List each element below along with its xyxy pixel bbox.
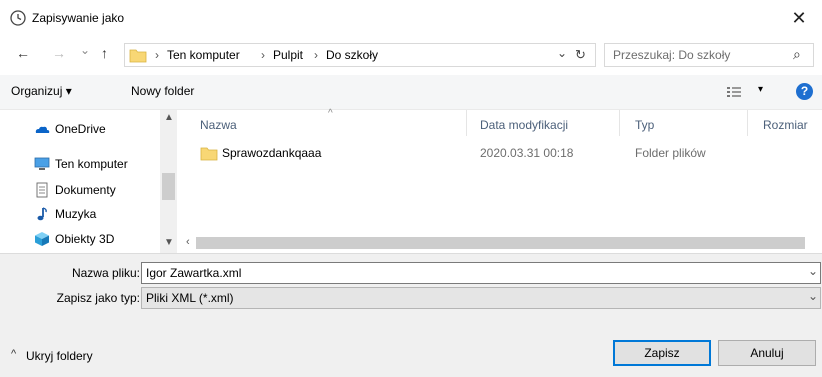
filetype-select[interactable]: Pliki XML (*.xml) bbox=[141, 287, 821, 309]
breadcrumb-item-do-szkoly[interactable]: Do szkoły bbox=[326, 48, 378, 62]
clock-icon bbox=[10, 10, 26, 26]
hide-folders-button[interactable]: Ukryj foldery bbox=[26, 349, 93, 363]
column-divider bbox=[747, 110, 748, 136]
scroll-down-icon[interactable]: ▼ bbox=[164, 237, 174, 248]
file-date: 2020.03.31 00:18 bbox=[480, 146, 574, 160]
onedrive-icon bbox=[35, 126, 50, 133]
file-list-scrollbar[interactable]: ‹ bbox=[178, 234, 822, 252]
forward-button[interactable]: → bbox=[52, 45, 66, 61]
window-title: Zapisywanie jako bbox=[32, 11, 125, 25]
column-divider bbox=[466, 110, 467, 136]
new-folder-button[interactable]: Nowy folder bbox=[131, 84, 194, 98]
title-bar: Zapisywanie jako ✕ bbox=[0, 0, 822, 38]
column-header-nazwa[interactable]: Nazwa bbox=[200, 118, 237, 132]
sort-ascending-icon: ^ bbox=[328, 108, 333, 119]
cancel-button[interactable]: Anuluj bbox=[718, 340, 816, 366]
sidebar-item-onedrive[interactable]: OneDrive bbox=[0, 118, 160, 140]
column-header-rozmiar[interactable]: Rozmiar bbox=[763, 118, 808, 132]
help-button[interactable]: ? bbox=[796, 83, 813, 100]
navigation-pane: OneDrive Ten komputer Dokumenty Muzyka O… bbox=[0, 110, 178, 253]
sidebar-item-muzyka[interactable]: Muzyka bbox=[0, 203, 160, 225]
folder-icon bbox=[200, 147, 218, 161]
sidebar-item-label: Dokumenty bbox=[55, 183, 116, 197]
back-button[interactable]: ← bbox=[16, 45, 30, 61]
scrollbar-thumb[interactable] bbox=[162, 173, 175, 200]
search-icon[interactable]: ⌕ bbox=[793, 46, 801, 63]
save-options-panel: Nazwa pliku: Igor Zawartka.xml ⌄ Zapisz … bbox=[0, 253, 822, 377]
sidebar-item-dokumenty[interactable]: Dokumenty bbox=[0, 179, 160, 201]
scroll-left-icon[interactable]: ‹ bbox=[186, 236, 190, 248]
view-dropdown-button[interactable]: ▾ bbox=[758, 84, 763, 95]
save-button[interactable]: Zapisz bbox=[613, 340, 711, 366]
documents-icon bbox=[36, 182, 48, 198]
column-divider bbox=[619, 110, 620, 136]
breadcrumb-separator: › bbox=[261, 48, 265, 62]
address-dropdown-button[interactable]: ⌄ bbox=[557, 46, 567, 60]
breadcrumb-separator: › bbox=[155, 48, 159, 62]
filename-dropdown-icon[interactable]: ⌄ bbox=[808, 264, 818, 278]
filetype-label: Zapisz jako typ: bbox=[56, 291, 140, 305]
sidebar-item-label: Ten komputer bbox=[55, 157, 128, 171]
breadcrumb-item-pulpit[interactable]: Pulpit bbox=[273, 48, 303, 62]
chevron-up-icon[interactable]: ^ bbox=[11, 348, 16, 360]
music-icon bbox=[37, 207, 47, 221]
table-row[interactable]: Sprawozdankqaaa 2020.03.31 00:18 Folder … bbox=[196, 142, 816, 164]
address-bar[interactable]: › Ten komputer › Pulpit › Do szkoły ⌄ ↻ bbox=[124, 43, 596, 67]
sidebar-item-label: Muzyka bbox=[55, 207, 97, 221]
filename-label: Nazwa pliku: bbox=[71, 266, 140, 280]
close-button[interactable]: ✕ bbox=[776, 0, 822, 38]
sidebar-item-ten-komputer[interactable]: Ten komputer bbox=[0, 153, 160, 175]
command-bar: Organizuj ▾ Nowy folder ▾ ? bbox=[0, 75, 822, 110]
computer-icon bbox=[34, 157, 50, 170]
filetype-dropdown-icon[interactable]: ⌄ bbox=[808, 289, 818, 303]
sidebar-item-obiekty-3d[interactable]: Obiekty 3D bbox=[0, 228, 160, 250]
sidebar-item-label: OneDrive bbox=[55, 122, 106, 136]
search-box[interactable]: Przeszukaj: Do szkoły ⌕ bbox=[604, 43, 814, 67]
column-header-data-modyfikacji[interactable]: Data modyfikacji bbox=[480, 118, 568, 132]
file-name: Sprawozdankqaaa bbox=[222, 146, 322, 160]
refresh-button[interactable]: ↻ bbox=[575, 47, 586, 63]
up-button[interactable]: ↑ bbox=[101, 45, 108, 61]
sidebar-item-label: Obiekty 3D bbox=[55, 232, 115, 246]
sidebar-scrollbar[interactable]: ▲ ▼ bbox=[160, 110, 177, 253]
scrollbar-thumb[interactable] bbox=[196, 237, 805, 249]
scroll-up-icon[interactable]: ▲ bbox=[164, 112, 174, 123]
breadcrumb-item-ten-komputer[interactable]: Ten komputer bbox=[167, 48, 240, 62]
breadcrumb-separator: › bbox=[314, 48, 318, 62]
file-type: Folder plików bbox=[635, 146, 706, 160]
column-header-typ[interactable]: Typ bbox=[635, 118, 654, 132]
organize-menu-button[interactable]: Organizuj ▾ bbox=[11, 84, 72, 98]
view-options-icon[interactable] bbox=[727, 86, 741, 98]
recent-locations-button[interactable]: ⌄ bbox=[80, 43, 90, 57]
filename-input[interactable]: Igor Zawartka.xml bbox=[141, 262, 821, 284]
folder-icon bbox=[129, 49, 147, 63]
search-input[interactable]: Przeszukaj: Do szkoły bbox=[613, 48, 730, 62]
file-list: ^ Nazwa Data modyfikacji Typ Rozmiar Spr… bbox=[178, 108, 822, 253]
objects-3d-icon bbox=[35, 232, 49, 246]
